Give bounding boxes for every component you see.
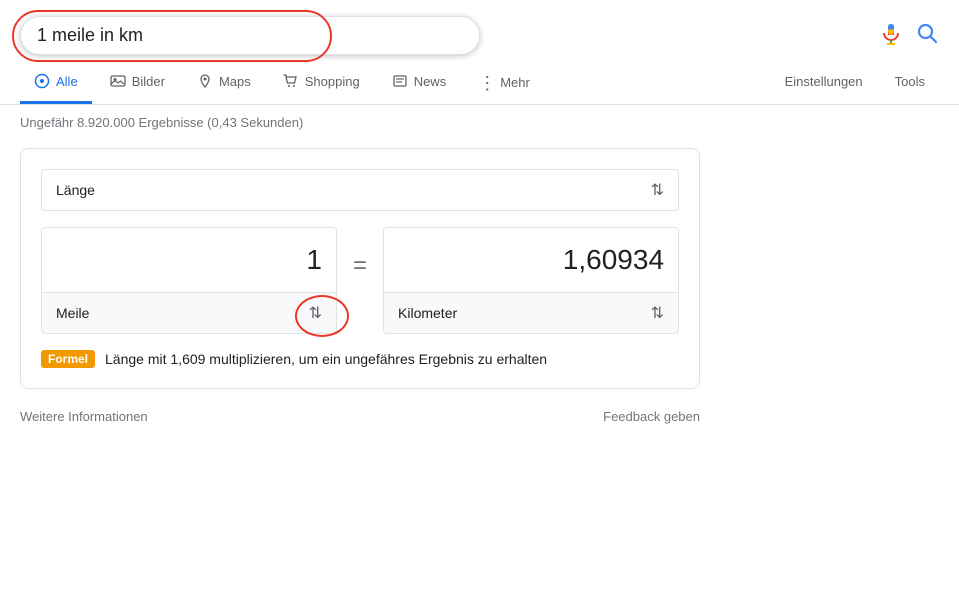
nav-tabs: Alle Bilder Maps Shopping News ⋮ Mehr Ei… [0, 61, 959, 105]
feedback-link[interactable]: Feedback geben [603, 409, 700, 424]
tab-shopping[interactable]: Shopping [269, 61, 374, 104]
search-bar[interactable]: 1 meile in km [20, 16, 480, 55]
shopping-icon [283, 73, 299, 89]
card-footer: Weitere Informationen Feedback geben [0, 397, 720, 436]
equals-sign: = [349, 252, 371, 280]
mic-icon[interactable] [879, 22, 903, 49]
search-bar-wrapper: 1 meile in km [20, 16, 480, 55]
tab-maps-label: Maps [219, 74, 251, 89]
results-count-text: Ungefähr 8.920.000 Ergebnisse (0,43 Seku… [20, 115, 303, 130]
from-unit-label: Meile [56, 305, 89, 321]
category-arrows-icon: ⇅ [651, 180, 664, 200]
from-unit-arrows-icon[interactable]: ⇅ [309, 305, 322, 322]
tab-mehr[interactable]: ⋮ Mehr [464, 62, 544, 104]
tab-bilder[interactable]: Bilder [96, 61, 179, 104]
tab-news-label: News [414, 74, 447, 89]
alle-icon [34, 73, 50, 89]
tools-label: Tools [895, 74, 925, 89]
header: 1 meile in km [0, 0, 959, 55]
settings-link[interactable]: Einstellungen [771, 62, 877, 104]
search-query: 1 meile in km [37, 25, 463, 46]
tab-bilder-label: Bilder [132, 74, 165, 89]
from-value-box[interactable]: 1 [41, 227, 337, 293]
from-input-block: 1 Meile ⇅ [41, 227, 337, 334]
nav-settings: Einstellungen Tools [771, 62, 939, 104]
tab-news[interactable]: News [378, 61, 461, 104]
tab-alle-label: Alle [56, 74, 78, 89]
to-input-block: 1,60934 Kilometer ⇅ [383, 227, 679, 334]
tab-mehr-label: Mehr [500, 75, 530, 90]
from-unit-box: Meile ⇅ [41, 293, 337, 334]
to-value-box[interactable]: 1,60934 [383, 227, 679, 293]
from-unit-arrows-wrapper: ⇅ [309, 303, 322, 323]
mic-svg [879, 22, 903, 46]
from-value: 1 [306, 244, 322, 275]
search-svg [915, 21, 939, 45]
mehr-dots-icon: ⋮ [478, 74, 496, 92]
tab-shopping-label: Shopping [305, 74, 360, 89]
tab-alle[interactable]: Alle [20, 61, 92, 104]
to-unit-label: Kilometer [398, 305, 457, 321]
tab-maps[interactable]: Maps [183, 61, 265, 104]
formula-badge: Formel [41, 350, 95, 368]
category-label: Länge [56, 182, 95, 198]
formula-text: Länge mit 1,609 multiplizieren, um ein u… [105, 351, 547, 367]
more-info-text: Weitere Informationen [20, 409, 148, 424]
to-value: 1,60934 [563, 244, 664, 275]
formula-bar: Formel Länge mit 1,609 multiplizieren, u… [41, 350, 679, 368]
converter-card: Länge ⇅ 1 Meile ⇅ = 1,60934 K [20, 148, 700, 389]
to-unit-arrows-icon[interactable]: ⇅ [651, 303, 664, 323]
converter-row: 1 Meile ⇅ = 1,60934 Kilometer ⇅ [41, 227, 679, 334]
tools-link[interactable]: Tools [881, 62, 939, 104]
bilder-icon [110, 73, 126, 89]
settings-label: Einstellungen [785, 74, 863, 89]
equals-text: = [353, 252, 367, 279]
maps-icon [197, 73, 213, 89]
to-unit-box: Kilometer ⇅ [383, 293, 679, 334]
feedback-text: Feedback geben [603, 409, 700, 424]
more-info-link[interactable]: Weitere Informationen [20, 409, 148, 424]
search-icons [879, 21, 939, 51]
results-count: Ungefähr 8.920.000 Ergebnisse (0,43 Seku… [0, 105, 959, 140]
category-selector[interactable]: Länge ⇅ [41, 169, 679, 211]
news-icon [392, 73, 408, 89]
search-submit-icon[interactable] [915, 21, 939, 51]
